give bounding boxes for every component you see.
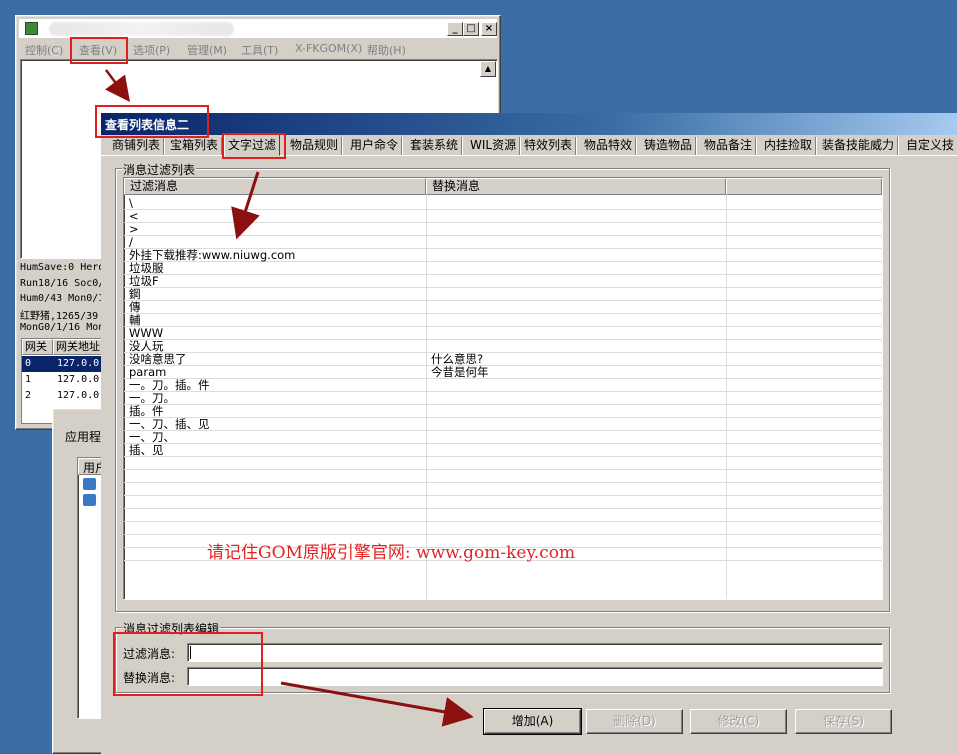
arrow-icon [280,681,474,727]
arrow-icon [231,171,260,240]
annotation-arrows [105,69,474,727]
arrow-icon [105,69,130,102]
